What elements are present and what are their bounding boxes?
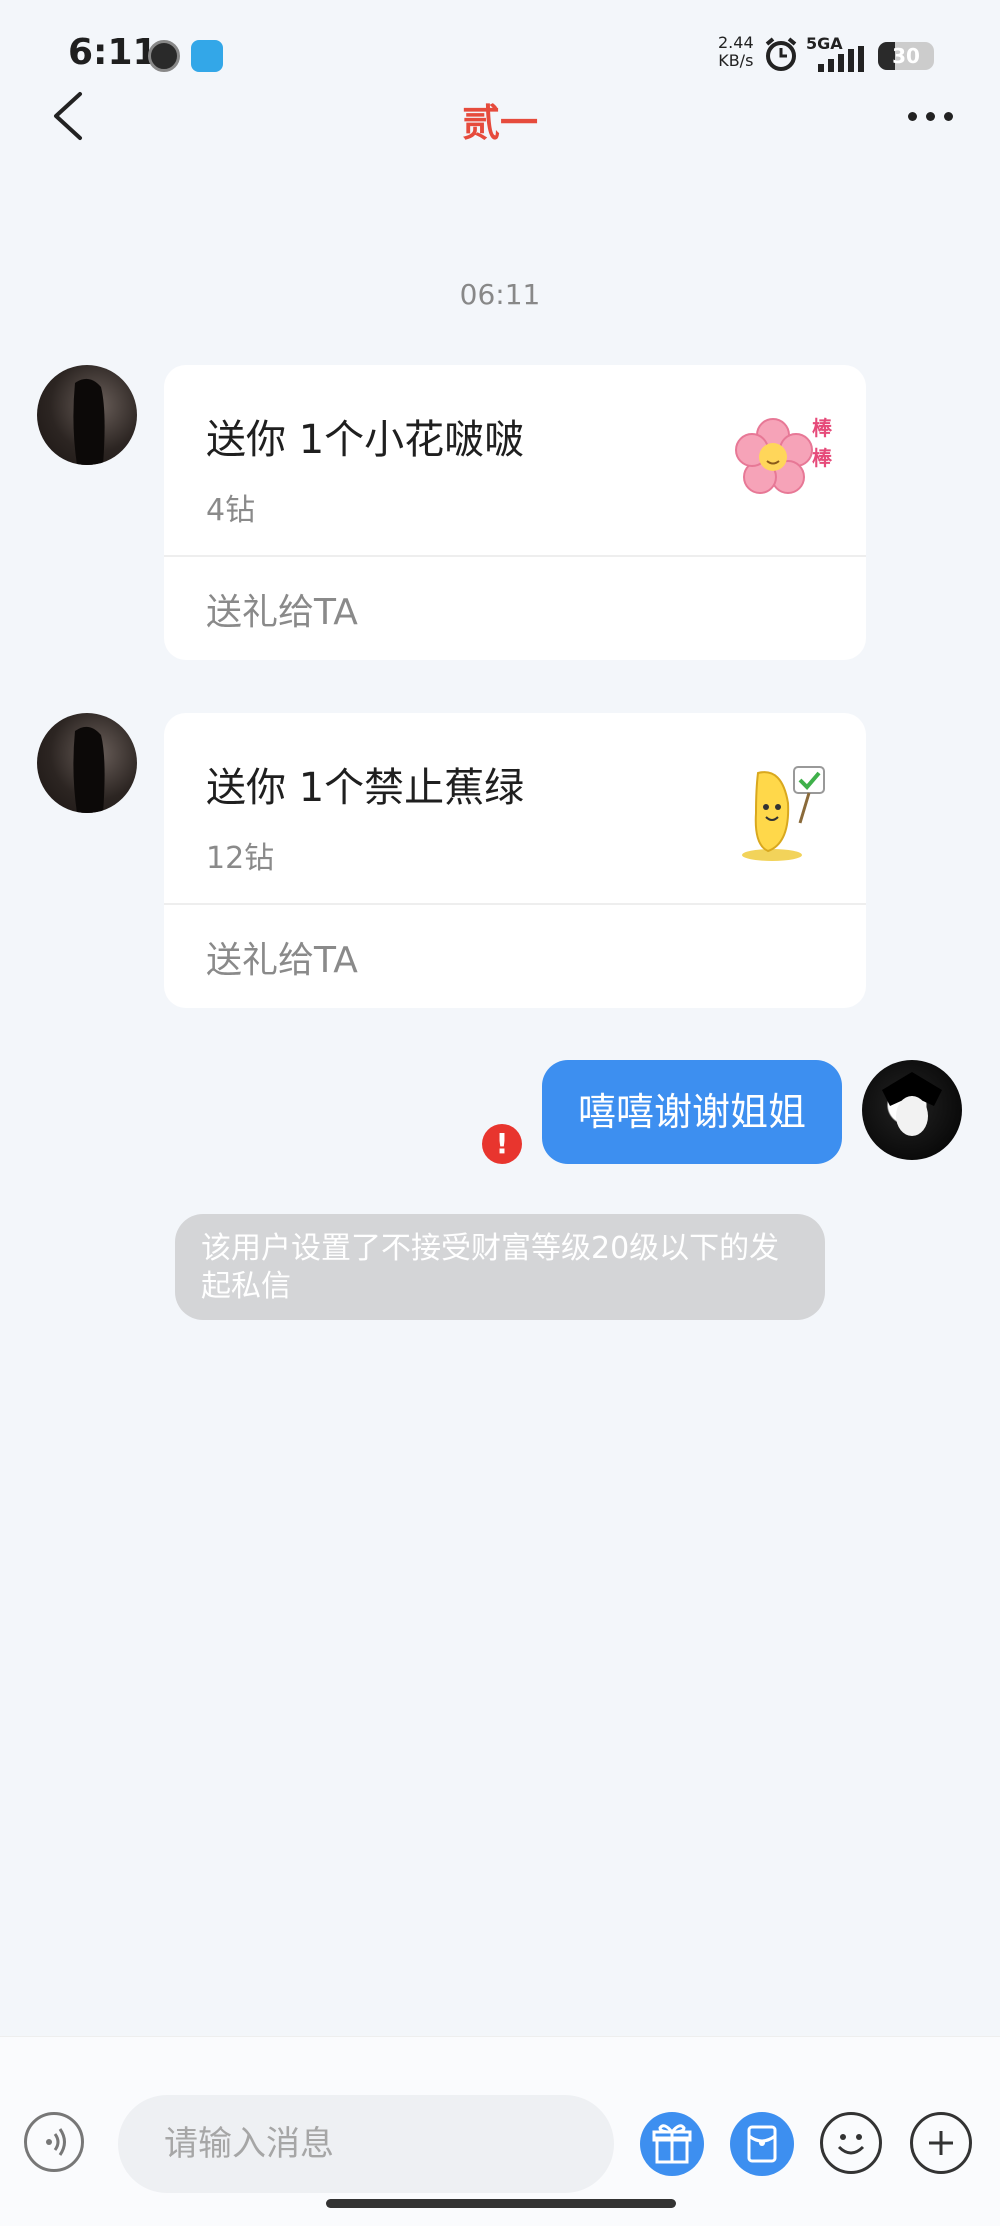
battery-text: 30 [892,44,920,68]
gift-message-card: 送你 1个禁止蕉绿 12钻 送礼给TA [164,713,866,1008]
svg-text:棒: 棒 [812,446,833,470]
gift-title: 送你 1个禁止蕉绿 [206,765,525,811]
gift-title: 送你 1个小花啵啵 [206,417,525,463]
avatar-photo-icon [882,1072,942,1136]
flower-sticker-icon: 棒 棒 [735,416,833,494]
card-divider [164,903,866,905]
signal-icon [818,46,864,72]
gift-message-card: 送你 1个小花啵啵 4钻 棒 棒 送礼给TA [164,365,866,660]
message-timestamp: 06:11 [459,278,541,311]
outgoing-message-bubble[interactable]: 嘻嘻谢谢姐姐 [542,1060,842,1164]
voice-input-button[interactable] [24,2112,84,2172]
more-icon [926,112,935,121]
battery-icon: 30 [878,42,934,70]
red-envelope-button[interactable] [730,2112,794,2176]
more-icon [908,112,917,121]
input-bar [0,2036,1000,2226]
status-time: 6:11 [68,32,158,73]
red-envelope-icon [747,2125,777,2163]
more-icon [944,112,953,121]
home-indicator[interactable] [326,2199,676,2208]
network-speed-value: 2.44 [718,33,754,52]
alarm-icon [765,37,797,71]
emoji-icon [837,2134,865,2155]
send-gift-button[interactable]: 送礼给TA [206,583,358,635]
avatar-photo-icon [73,726,105,813]
banana-sticker-icon [742,766,825,861]
network-speed-unit: KB/s [718,51,754,70]
chat-title: 贰一 [461,101,538,145]
gift-price: 4钻 [206,493,256,528]
more-actions-button[interactable] [910,2112,972,2174]
app-notification-icon [148,40,180,72]
contact-avatar[interactable] [37,713,137,813]
send-gift-button[interactable]: 送礼给TA [206,931,358,983]
my-avatar[interactable] [862,1060,962,1160]
gift-icon [652,2124,692,2164]
system-notice: 该用户设置了不接受财富等级20级以下的发起私信 [175,1214,825,1320]
message-input[interactable] [118,2095,614,2193]
network-speed: 2.44 KB/s [718,34,754,70]
outgoing-message-text: 嘻嘻谢谢姐姐 [577,1090,806,1134]
system-notice-text: 该用户设置了不接受财富等级20级以下的发起私信 [201,1231,780,1304]
voice-icon [46,2128,66,2156]
more-options-button[interactable] [900,100,960,130]
contact-avatar[interactable] [37,365,137,465]
emoji-button[interactable] [820,2112,882,2174]
plus-icon [929,2131,953,2155]
app-notification-icon-2 [191,40,223,72]
gift-price: 12钻 [206,841,275,876]
avatar-photo-icon [73,378,105,465]
svg-text:棒: 棒 [812,416,833,440]
gift-button[interactable] [640,2112,704,2176]
send-failed-icon[interactable]: ! [482,1124,522,1164]
card-divider [164,555,866,557]
